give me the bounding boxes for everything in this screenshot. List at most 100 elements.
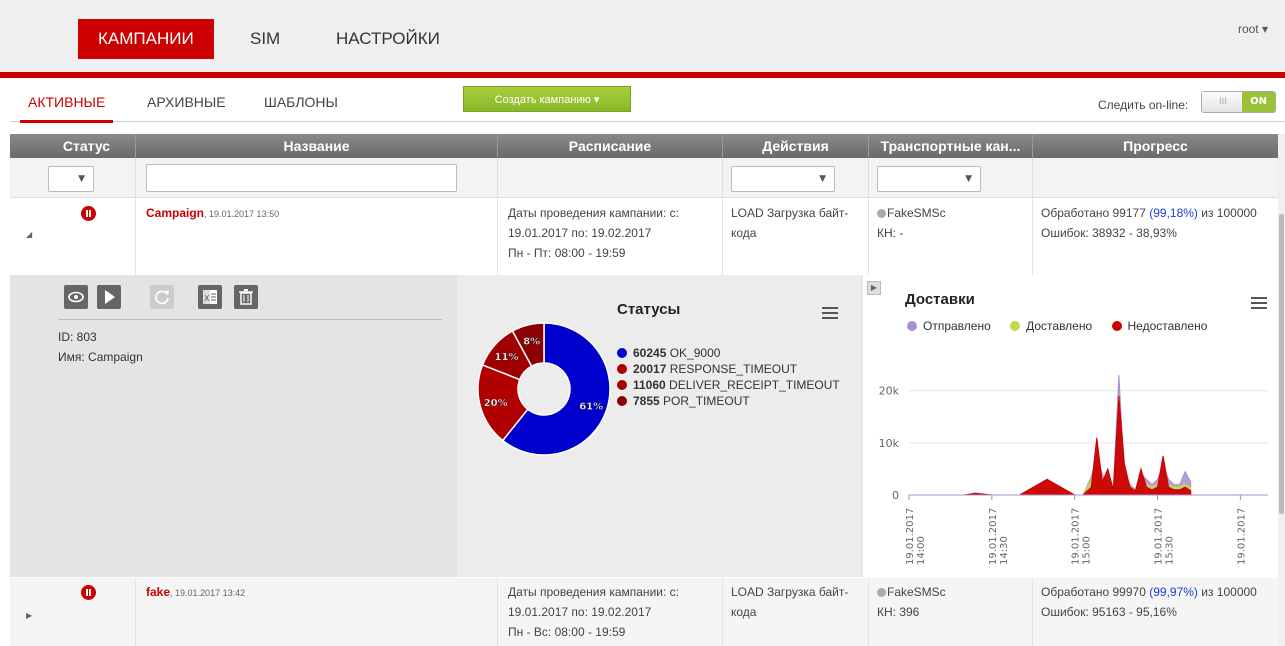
campaign-subnav: АКТИВНЫЕ АРХИВНЫЕ ШАБЛОНЫ Создать кампан…: [10, 80, 1285, 123]
follow-online-toggle[interactable]: III ON: [1201, 91, 1276, 113]
svg-text:19.01.2017: 19.01.2017: [1236, 508, 1247, 565]
progress-processed: Обработано 99970: [1041, 585, 1150, 599]
schedule-cell: Даты проведения кампании: с: 19.01.2017 …: [498, 578, 723, 646]
pie-legend-item[interactable]: 11060 DELIVER_RECEIPT_TIMEOUT: [617, 377, 840, 393]
delivery-area-chart: 010k20k19.01.2017 14:00 19.01.2017 14:30 19.…: [879, 375, 1268, 565]
schedule-line: Даты проведения кампании: с:: [508, 585, 679, 599]
transport-filter-select[interactable]: ▼: [877, 166, 981, 192]
nav-settings[interactable]: НАСТРОЙКИ: [336, 19, 440, 59]
name-filter-input[interactable]: [146, 164, 457, 192]
area-series[interactable]: [909, 395, 1192, 496]
toggle-on-label: ON: [1242, 92, 1275, 112]
chart-title: Статусы: [617, 301, 681, 318]
schedule-line: 19.01.2017 по: 19.02.2017: [508, 226, 652, 240]
campaign-name-link[interactable]: fake: [146, 585, 170, 599]
schedule-line: 19.01.2017 по: 19.02.2017: [508, 605, 652, 619]
legend-label: Недоставлено: [1127, 319, 1208, 333]
pause-status-icon[interactable]: [81, 585, 96, 600]
campaign-name-link[interactable]: Campaign: [146, 206, 204, 220]
pause-status-icon[interactable]: [81, 206, 96, 221]
nav-sim[interactable]: SIM: [250, 19, 280, 59]
header-divider: [0, 72, 1285, 78]
column-name[interactable]: Название: [136, 134, 498, 158]
row-collapsed-icon[interactable]: ▶: [26, 611, 32, 620]
y-tick-label: 0: [892, 489, 899, 502]
excel-icon[interactable]: X: [198, 285, 222, 309]
tab-templates[interactable]: ШАБЛОНЫ: [264, 94, 338, 110]
actions-cell: LOAD Загрузка байт- кода: [723, 578, 869, 646]
filter-row: ▼ ▼ ▼: [10, 158, 1278, 198]
campaign-id: ID: 803: [58, 330, 97, 344]
campaign-created-date: , 19.01.2017 13:50: [204, 209, 280, 219]
campaign-name-detail: Имя: Campaign: [58, 350, 143, 364]
action-line: кода: [731, 226, 757, 240]
column-status[interactable]: Статус: [38, 134, 136, 158]
action-line: LOAD Загрузка байт-: [731, 206, 849, 220]
pie-legend-item[interactable]: 20017 RESPONSE_TIMEOUT: [617, 361, 840, 377]
tab-active[interactable]: АКТИВНЫЕ: [19, 94, 114, 123]
transport-kn: КН: 396: [877, 605, 920, 619]
table-header: Статус Название Расписание Действия Тран…: [10, 134, 1278, 158]
play-icon[interactable]: [97, 285, 121, 309]
progress-processed: Обработано 99177: [1041, 206, 1150, 220]
scrollbar-thumb[interactable]: [1279, 214, 1284, 514]
svg-text:X: X: [204, 294, 210, 303]
x-tick-label: 19.01.2017 15:00: [1071, 508, 1093, 565]
refresh-icon[interactable]: [150, 285, 174, 309]
filter-cell-transport: ▼: [869, 158, 1033, 198]
legend-label: OK_9000: [666, 346, 721, 360]
progress-cell: Обработано 99970 (99,97%) из 100000 Ошиб…: [1033, 578, 1278, 646]
progress-total: из 100000: [1197, 206, 1257, 220]
column-schedule[interactable]: Расписание: [498, 134, 723, 158]
pie-slice-label: 20%: [484, 398, 508, 409]
legend-item-sent[interactable]: Отправлено: [907, 319, 991, 333]
x-tick-label: 19.01.2017 14:30: [988, 508, 1010, 565]
legend-item-delivered[interactable]: Доставлено: [1010, 319, 1092, 333]
legend-item-undelivered[interactable]: Недоставлено: [1111, 319, 1208, 333]
actions-filter-select[interactable]: ▼: [731, 166, 835, 192]
status-filter-select[interactable]: ▼: [48, 166, 94, 192]
svg-text:19.01.2017: 19.01.2017: [905, 508, 916, 565]
tab-archive[interactable]: АРХИВНЫЕ: [147, 94, 226, 110]
pie-legend-item[interactable]: 7855 POR_TIMEOUT: [617, 393, 840, 409]
trash-icon[interactable]: [234, 285, 258, 309]
collapse-arrow-icon[interactable]: ▶: [867, 281, 881, 295]
table-row[interactable]: ◢ Campaign, 19.01.2017 13:50 Даты провед…: [10, 199, 1278, 276]
progress-errors: Ошибок: 95163 - 95,16%: [1041, 605, 1177, 619]
svg-text:14:00: 14:00: [916, 536, 927, 565]
create-campaign-button[interactable]: Создать кампанию ▾: [463, 86, 631, 112]
transport-kn: КН: -: [877, 226, 904, 240]
schedule-line: Пн - Вс: 08:00 - 19:59: [508, 625, 626, 639]
area-series[interactable]: [909, 375, 1192, 496]
nav-campaigns[interactable]: КАМПАНИИ: [78, 19, 214, 59]
legend-dot: [617, 380, 627, 390]
table-row[interactable]: ▶ fake, 19.01.2017 13:42 Даты проведения…: [10, 578, 1278, 646]
action-line: кода: [731, 605, 757, 619]
svg-text:15:30: 15:30: [1165, 536, 1176, 565]
pie-legend-item[interactable]: 60245 OK_9000: [617, 345, 840, 361]
chart-menu-icon[interactable]: [822, 307, 838, 319]
page-scrollbar[interactable]: [1278, 134, 1285, 646]
transport-name: FakeSMSc: [887, 585, 946, 599]
transport-status-icon: [877, 209, 886, 219]
filter-cell-status: ▼: [38, 158, 136, 198]
campaign-detail-panel: X ID: 803 Имя: Campaign Статусы 61% 20% 11…: [10, 275, 1278, 577]
eye-icon[interactable]: [64, 285, 88, 309]
chart-title: Доставки: [905, 291, 975, 308]
chevron-down-icon: ▼: [819, 174, 826, 184]
filter-cell-schedule: [498, 158, 723, 198]
chart-menu-icon[interactable]: [1251, 297, 1267, 309]
transport-status-icon: [877, 588, 886, 598]
legend-dot: [907, 321, 917, 331]
column-actions[interactable]: Действия: [723, 134, 869, 158]
legend-dot: [617, 348, 627, 358]
user-menu[interactable]: root ▾: [1238, 22, 1268, 36]
delivery-chart-panel: ▶ Доставки Отправлено Доставлено Недоста…: [863, 275, 1278, 577]
column-progress[interactable]: Прогресс: [1033, 134, 1278, 158]
column-transport[interactable]: Транспортные кан...: [869, 134, 1033, 158]
status-chart-panel: Статусы 61% 20% 11% 8% 60245 OK_9000 20017 R…: [457, 275, 861, 577]
status-cell: [38, 578, 136, 646]
row-expanded-icon[interactable]: ◢: [26, 230, 32, 239]
svg-text:15:00: 15:00: [1082, 536, 1093, 565]
name-cell: Campaign, 19.01.2017 13:50: [136, 199, 498, 276]
